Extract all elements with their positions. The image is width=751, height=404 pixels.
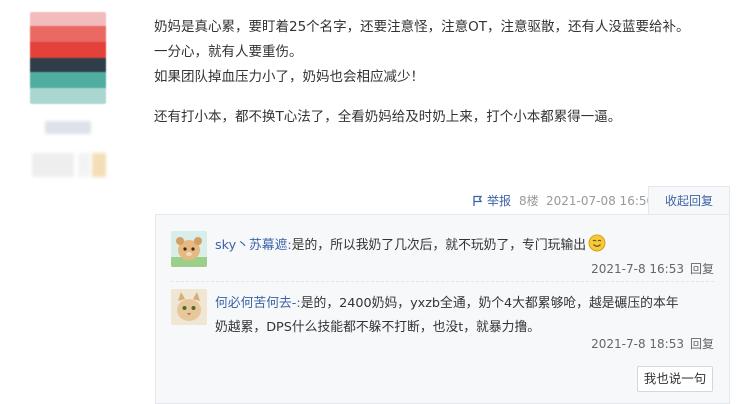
- reply-username[interactable]: 何必何苦何去-:: [215, 296, 301, 311]
- reply-username[interactable]: sky丶苏幕遮:: [215, 238, 292, 253]
- author-medal-blurred: [92, 153, 106, 177]
- collapse-replies-button[interactable]: 收起回复: [648, 186, 730, 215]
- report-button[interactable]: 举报: [472, 192, 511, 210]
- reply-content: 是的，所以我奶了几次后，就不玩奶了，专门玩输出: [291, 238, 587, 253]
- author-name-blurred[interactable]: [45, 121, 91, 134]
- reply-avatar[interactable]: [171, 289, 207, 325]
- author-badge-blurred: [78, 153, 90, 177]
- reply-time: 2021-7-8 16:53: [591, 262, 684, 276]
- reply-panel: sky丶苏幕遮:是的，所以我奶了几次后，就不玩奶了，专门玩输出 2021-7-8…: [155, 214, 730, 404]
- author-sidebar: [0, 0, 140, 404]
- report-label: 举报: [487, 194, 512, 208]
- smile-emoji-icon: [588, 234, 606, 252]
- reply-button[interactable]: 回复: [690, 262, 714, 276]
- reply-text: sky丶苏幕遮:是的，所以我奶了几次后，就不玩奶了，专门玩输出: [215, 234, 715, 258]
- report-icon: [473, 195, 483, 206]
- reply-content: 奶越累，DPS什么技能都不躲不打断，也没t，就暴力撸。: [215, 320, 541, 335]
- reply-avatar[interactable]: [171, 231, 207, 267]
- reply-text: 何必何苦何去-:是的，2400奶妈，yxzb全通，奶个4大都累够呛，越是碾压的本…: [215, 292, 715, 340]
- post-line: 奶妈是真心累，要盯着25个名字，还要注意怪，注意OT，注意驱散，还有人没蓝要给补…: [154, 19, 690, 35]
- author-level-blurred: [32, 153, 74, 177]
- reply-meta: 2021-7-8 16:53 回复: [591, 261, 714, 277]
- author-avatar[interactable]: [30, 12, 106, 104]
- reply-time: 2021-7-8 18:53: [591, 337, 684, 351]
- reply-button[interactable]: 回复: [690, 337, 714, 351]
- add-comment-button[interactable]: 我也说一句: [637, 366, 713, 392]
- post-content: 奶妈是真心累，要盯着25个名字，还要注意怪，注意OT，注意驱散，还有人没蓝要给补…: [154, 15, 734, 130]
- post-line: 还有打小本，都不换T心法了，全看奶妈给及时奶上来，打个小本都累得一逼。: [154, 109, 622, 125]
- post-line: 一分心，就有人要重伤。: [154, 44, 303, 60]
- reply-divider: [171, 281, 714, 282]
- floor-number: 8楼: [519, 194, 539, 208]
- post-line: 如果团队掉血压力小了，奶妈也会相应减少！: [154, 69, 424, 85]
- reply-content: 是的，2400奶妈，yxzb全通，奶个4大都累够呛，越是碾压的本年: [300, 296, 679, 311]
- reply-meta: 2021-7-8 18:53 回复: [591, 336, 714, 352]
- post-time: 2021-07-08 16:50: [546, 194, 655, 208]
